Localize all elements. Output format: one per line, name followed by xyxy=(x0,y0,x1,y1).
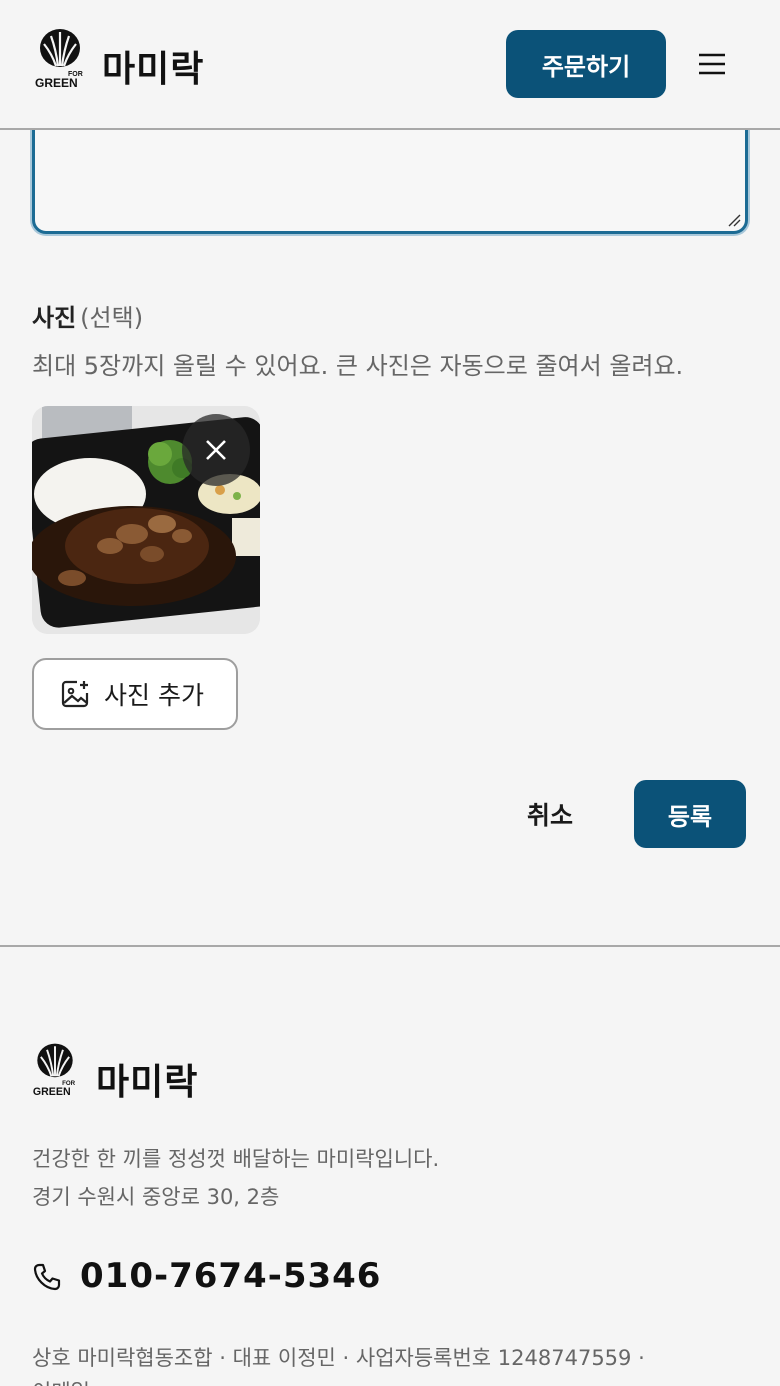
footer-tagline: 건강한 한 끼를 정성껏 배달하는 마미락입니다. xyxy=(32,1147,440,1171)
add-photo-button[interactable]: 사진 추가 xyxy=(32,658,238,730)
site-header: FOR GREEN 마미락 주문하기 xyxy=(0,0,780,130)
phone-icon xyxy=(33,1263,61,1291)
brand-name[interactable]: 마미락 xyxy=(102,40,204,92)
cancel-button[interactable]: 취소 xyxy=(508,782,592,846)
close-icon xyxy=(206,440,226,460)
photo-field-label: 사진 (선택) xyxy=(32,298,143,333)
footer-logo-icon[interactable]: FOR GREEN xyxy=(32,1042,78,1100)
footer-phone-number[interactable]: 010-7674-5346 xyxy=(80,1256,381,1296)
hamburger-menu-icon[interactable] xyxy=(696,48,728,80)
svg-text:GREEN: GREEN xyxy=(35,76,78,90)
submit-button[interactable]: 등록 xyxy=(634,780,746,848)
resize-handle-icon[interactable] xyxy=(727,213,741,227)
footer-divider xyxy=(0,945,780,947)
remove-photo-button[interactable] xyxy=(182,414,250,486)
footer-business-info-2: 이메일 xyxy=(32,1376,90,1386)
add-photo-label: 사진 추가 xyxy=(104,681,204,710)
photo-optional-text: (선택) xyxy=(80,304,144,332)
add-image-icon xyxy=(61,680,89,708)
photo-label-text: 사진 xyxy=(32,304,77,332)
footer-business-info: 상호 마미락협동조합 · 대표 이정민 · 사업자등록번호 1248747559… xyxy=(32,1346,645,1370)
logo-icon[interactable]: FOR GREEN xyxy=(34,28,86,92)
footer-brand-name[interactable]: 마미락 xyxy=(96,1053,198,1105)
svg-text:GREEN: GREEN xyxy=(33,1086,71,1098)
photo-help-text: 최대 5장까지 올릴 수 있어요. 큰 사진은 자동으로 줄여서 올려요. xyxy=(32,352,684,380)
footer-address: 경기 수원시 중앙로 30, 2층 xyxy=(32,1185,280,1209)
order-button[interactable]: 주문하기 xyxy=(506,30,666,98)
